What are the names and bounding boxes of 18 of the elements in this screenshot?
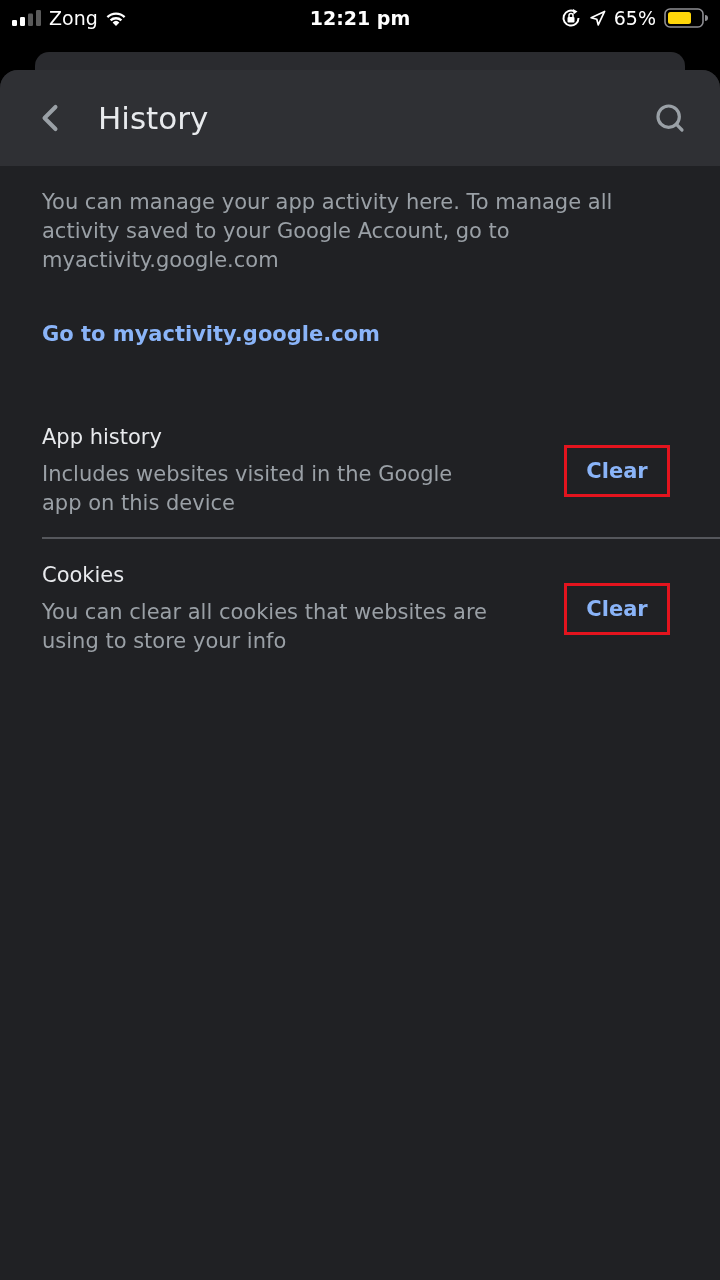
intro-text: You can manage your app activity here. To manage all activity saved to your Google Account, go to myactivity.google.com [42, 189, 614, 274]
clear-button[interactable]: Clear [582, 456, 652, 485]
location-arrow-icon [588, 9, 606, 27]
page-title: History [98, 99, 210, 138]
section-description: You can clear all cookies that websites are using to store your info [42, 599, 488, 655]
myactivity-link[interactable]: Go to myactivity.google.com [42, 320, 380, 349]
rotation-lock-icon [560, 8, 581, 28]
clear-button[interactable]: Clear [582, 594, 652, 623]
carrier-name: Zong [49, 6, 98, 30]
wifi-icon [104, 10, 127, 26]
battery-percent: 65% [613, 6, 656, 30]
search-icon [654, 102, 686, 134]
signal-icon [12, 10, 42, 26]
clock-time: 12:21 pm [309, 6, 411, 30]
section-title: App history [42, 424, 163, 451]
section-title: Cookies [42, 562, 126, 589]
battery-icon [664, 8, 708, 28]
section-description: Includes websites visited in the Google app on this device [42, 461, 454, 517]
